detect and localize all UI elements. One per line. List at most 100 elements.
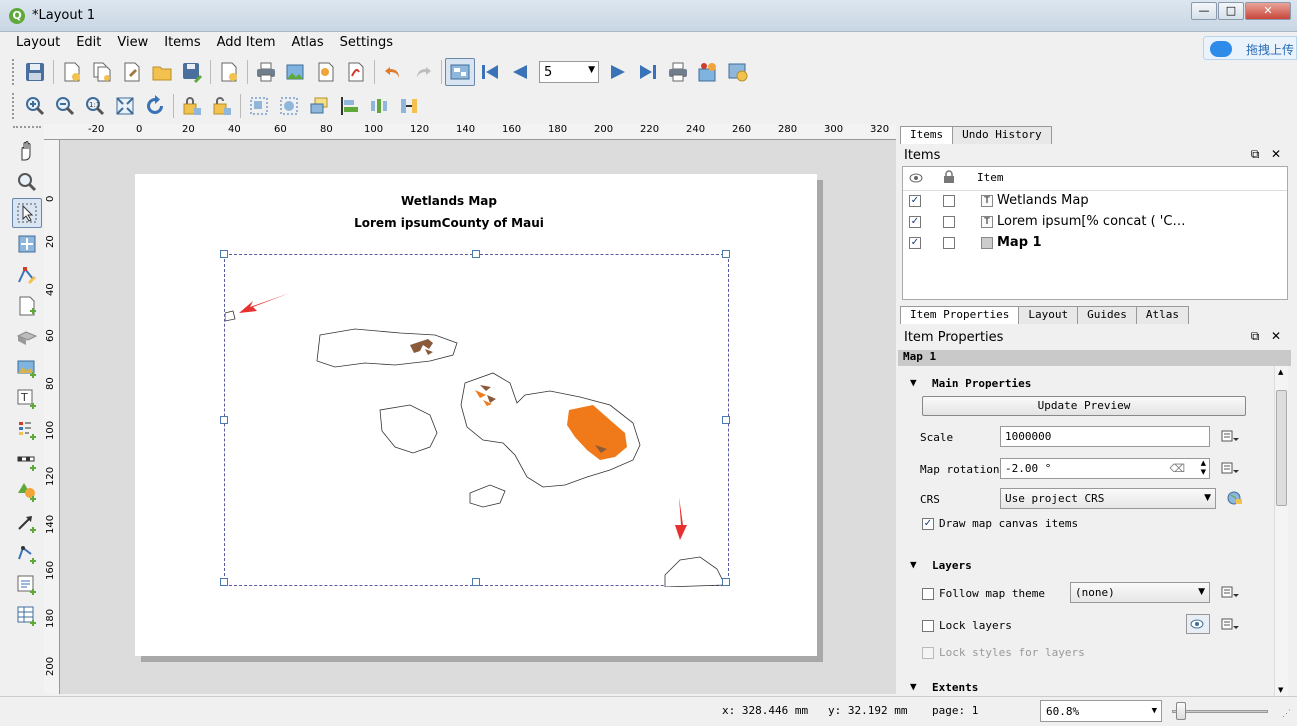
tab-undo-history[interactable]: Undo History bbox=[952, 126, 1052, 144]
select-move-tool[interactable] bbox=[12, 198, 42, 228]
scroll-up-icon[interactable]: ▲ bbox=[1278, 368, 1283, 376]
minimize-button[interactable]: — bbox=[1191, 2, 1217, 20]
refresh-button[interactable] bbox=[140, 92, 170, 120]
resize-grip-icon[interactable]: ⋰ bbox=[1282, 709, 1291, 719]
unlock-items-button[interactable] bbox=[207, 92, 237, 120]
menu-items[interactable]: Items bbox=[156, 33, 208, 53]
layout-manager-button[interactable] bbox=[117, 58, 147, 86]
redo-button[interactable] bbox=[408, 58, 438, 86]
list-item[interactable]: ✓ Map 1 bbox=[903, 233, 1287, 254]
list-item[interactable]: ✓ T Wetlands Map bbox=[903, 191, 1287, 212]
lock-items-button[interactable] bbox=[177, 92, 207, 120]
add-map-tool[interactable] bbox=[12, 353, 42, 383]
close-button[interactable]: ✕ bbox=[1245, 2, 1291, 20]
map-rotation-input[interactable]: -2.00 ° ⌫ ▲ ▼ bbox=[1000, 458, 1210, 479]
tab-guides[interactable]: Guides bbox=[1077, 306, 1137, 324]
resize-handle[interactable] bbox=[472, 250, 480, 258]
tab-items[interactable]: Items bbox=[900, 126, 954, 144]
atlas-last-button[interactable] bbox=[633, 58, 663, 86]
add-html-tool[interactable] bbox=[12, 570, 42, 600]
maximize-button[interactable]: □ bbox=[1218, 2, 1244, 20]
align-items-button[interactable] bbox=[334, 92, 364, 120]
resize-handle[interactable] bbox=[472, 578, 480, 586]
visibility-checkbox[interactable]: ✓ bbox=[909, 195, 921, 207]
scale-input[interactable]: 1000000 bbox=[1000, 426, 1210, 447]
zoom-in-button[interactable] bbox=[20, 92, 50, 120]
add-legend-tool[interactable] bbox=[12, 415, 42, 445]
add-shape-tool[interactable] bbox=[12, 477, 42, 507]
scrollbar-thumb[interactable] bbox=[1276, 390, 1287, 506]
zoom-actual-button[interactable]: 1:1 bbox=[80, 92, 110, 120]
scale-data-defined-button[interactable] bbox=[1218, 426, 1242, 446]
group-items-button[interactable] bbox=[244, 92, 274, 120]
menu-atlas[interactable]: Atlas bbox=[284, 33, 332, 53]
lock-styles-checkbox[interactable] bbox=[922, 647, 934, 659]
collapse-arrow-icon[interactable]: ▼ bbox=[910, 376, 917, 389]
raise-items-button[interactable] bbox=[304, 92, 334, 120]
atlas-settings-button[interactable] bbox=[723, 58, 753, 86]
zoom-full-button[interactable] bbox=[110, 92, 140, 120]
items-tree[interactable]: Item ✓ T Wetlands Map ✓ T Lorem ipsum[% … bbox=[902, 166, 1288, 300]
zoom-tool[interactable] bbox=[12, 167, 42, 197]
resize-handle[interactable] bbox=[722, 250, 730, 258]
layout-canvas[interactable]: -20 0 20 40 60 80 100 120 140 160 180 20… bbox=[44, 124, 896, 694]
menu-layout[interactable]: Layout bbox=[8, 33, 68, 53]
spinbox-arrows-icon[interactable]: ▲ ▼ bbox=[1201, 459, 1206, 477]
visibility-checkbox[interactable]: ✓ bbox=[909, 237, 921, 249]
atlas-page-select[interactable]: 5 ▼ bbox=[539, 61, 599, 83]
scroll-down-icon[interactable]: ▼ bbox=[1278, 686, 1283, 694]
menu-edit[interactable]: Edit bbox=[68, 33, 109, 53]
add-label-tool[interactable]: T bbox=[12, 384, 42, 414]
open-template-button[interactable] bbox=[147, 58, 177, 86]
atlas-next-button[interactable] bbox=[603, 58, 633, 86]
lock-checkbox[interactable] bbox=[943, 216, 955, 228]
tab-item-properties[interactable]: Item Properties bbox=[900, 306, 1020, 324]
add-arrow-tool[interactable] bbox=[12, 508, 42, 538]
properties-scrollbar[interactable]: ▲ ▼ bbox=[1274, 366, 1288, 696]
lock-checkbox[interactable] bbox=[943, 237, 955, 249]
main-properties-header[interactable]: Main Properties bbox=[932, 377, 1031, 390]
save-template-button[interactable] bbox=[177, 58, 207, 86]
pan-tool[interactable] bbox=[12, 136, 42, 166]
add-scalebar-tool[interactable] bbox=[12, 446, 42, 476]
collapse-arrow-icon[interactable]: ▼ bbox=[910, 558, 917, 571]
export-image-button[interactable] bbox=[281, 58, 311, 86]
draw-canvas-items-checkbox[interactable]: ✓ bbox=[922, 518, 934, 530]
add-attribute-table-tool[interactable] bbox=[12, 601, 42, 631]
map-theme-select[interactable]: (none) ▼ bbox=[1070, 582, 1210, 603]
atlas-preview-toggle[interactable] bbox=[445, 58, 475, 86]
print-button[interactable] bbox=[251, 58, 281, 86]
export-svg-button[interactable] bbox=[311, 58, 341, 86]
atlas-first-button[interactable] bbox=[475, 58, 505, 86]
crs-select[interactable]: Use project CRS ▼ bbox=[1000, 488, 1216, 509]
page-setup-button[interactable] bbox=[214, 58, 244, 86]
update-preview-button[interactable]: Update Preview bbox=[922, 396, 1246, 416]
duplicate-layout-button[interactable] bbox=[87, 58, 117, 86]
zoom-level-select[interactable]: 60.8% ▼ bbox=[1040, 700, 1162, 722]
menu-add-item[interactable]: Add Item bbox=[209, 33, 284, 53]
resize-handle[interactable] bbox=[220, 250, 228, 258]
properties-scroll-area[interactable]: ▼ Main Properties Update Preview Scale 1… bbox=[898, 366, 1274, 696]
float-panel-icon[interactable]: ⧉ bbox=[1251, 147, 1260, 161]
toolbar-grip[interactable] bbox=[12, 59, 16, 85]
add-page-tool[interactable] bbox=[12, 291, 42, 321]
menu-settings[interactable]: Settings bbox=[332, 33, 401, 53]
follow-map-theme-checkbox[interactable] bbox=[922, 588, 934, 600]
resize-handle[interactable] bbox=[220, 578, 228, 586]
horizontal-ruler[interactable]: -20 0 20 40 60 80 100 120 140 160 180 20… bbox=[44, 124, 896, 140]
zoom-slider-track[interactable] bbox=[1172, 710, 1268, 713]
tab-layout[interactable]: Layout bbox=[1018, 306, 1079, 324]
resize-handle[interactable] bbox=[722, 416, 730, 424]
edit-nodes-tool[interactable] bbox=[12, 260, 42, 290]
atlas-previous-button[interactable] bbox=[505, 58, 535, 86]
toolbar-grip[interactable] bbox=[13, 126, 41, 130]
layers-data-defined-button[interactable] bbox=[1218, 614, 1242, 634]
tab-atlas[interactable]: Atlas bbox=[1135, 306, 1189, 324]
zoom-slider-handle[interactable] bbox=[1176, 702, 1186, 720]
save-layout-button[interactable] bbox=[20, 58, 50, 86]
resize-handle[interactable] bbox=[220, 416, 228, 424]
distribute-items-button[interactable] bbox=[364, 92, 394, 120]
export-pdf-button[interactable] bbox=[341, 58, 371, 86]
atlas-export-images-button[interactable] bbox=[693, 58, 723, 86]
close-panel-icon[interactable]: ✕ bbox=[1271, 329, 1281, 343]
